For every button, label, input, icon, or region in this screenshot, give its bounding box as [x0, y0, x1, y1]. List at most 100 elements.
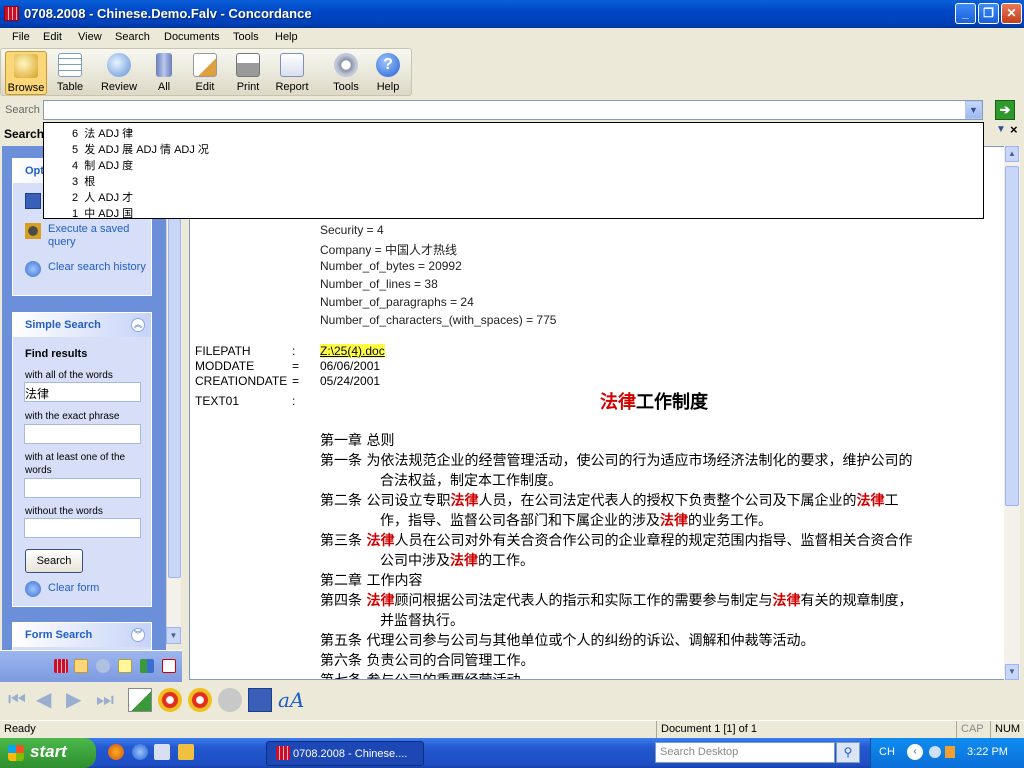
search-hit: 法律: [660, 513, 688, 529]
cloud-icon[interactable]: [218, 688, 242, 712]
status-caps: CAP: [956, 721, 990, 739]
execute-saved-query-link[interactable]: Execute a saved query: [48, 223, 148, 249]
filepath-link[interactable]: Z:\25(4).doc: [320, 344, 385, 358]
link-icon[interactable]: [96, 659, 110, 673]
all-button[interactable]: All: [143, 51, 185, 95]
review-button[interactable]: Review: [97, 51, 141, 95]
history-item[interactable]: 3 根: [72, 173, 95, 189]
history-item[interactable]: 6 法 ADJ 律: [72, 125, 133, 141]
search-button[interactable]: Search: [25, 549, 83, 573]
menu-edit[interactable]: Edit: [43, 31, 62, 43]
left-panel-scrollbar[interactable]: [166, 146, 181, 644]
status-ready: Ready: [4, 723, 36, 735]
goto-record-icon[interactable]: [128, 688, 152, 712]
scroll-down-arrow-icon[interactable]: ▼: [1005, 664, 1019, 680]
scroll-down-arrow-icon[interactable]: ▼: [166, 627, 181, 644]
desktop-search-input[interactable]: Search Desktop: [655, 742, 835, 763]
tools-button[interactable]: Tools: [325, 51, 367, 95]
tray-expand-icon[interactable]: ‹: [907, 744, 923, 760]
notes-icon[interactable]: [118, 659, 132, 673]
at-least-one-input[interactable]: [24, 478, 141, 498]
report-button[interactable]: Report: [269, 51, 315, 95]
history-item[interactable]: 1 中 ADJ 国: [72, 205, 133, 221]
body-line: 第三条 法律人员在公司对外有关合资合作公司的企业章程的规定范围内指导、监督相关合…: [320, 533, 913, 549]
search-dropdown-button[interactable]: ▼: [965, 101, 982, 119]
expand-chevron-icon[interactable]: ︾: [131, 628, 145, 642]
next-hit-icon[interactable]: [188, 688, 212, 712]
panel-icon-strip: [0, 650, 182, 682]
internet-explorer-icon[interactable]: [132, 744, 148, 760]
search-hit: 法律: [366, 593, 395, 609]
form-search-box: Form Search ︾: [12, 622, 152, 650]
history-item[interactable]: 5 发 ADJ 展 ADJ 情 ADJ 况: [72, 141, 209, 157]
windows-logo-icon: [8, 745, 24, 761]
without-words-label: without the words: [25, 506, 103, 517]
notepad-icon[interactable]: [154, 744, 170, 760]
pane-close-icon[interactable]: ×: [1010, 122, 1018, 137]
browse-mode-icon[interactable]: [74, 659, 88, 673]
search-go-button[interactable]: ➔: [995, 100, 1015, 120]
previous-record-icon[interactable]: ◀: [36, 688, 60, 712]
folder-icon[interactable]: [178, 744, 194, 760]
next-record-icon[interactable]: ▶: [66, 688, 90, 712]
language-indicator[interactable]: CH: [879, 746, 895, 758]
all-words-input[interactable]: 法律: [24, 382, 141, 402]
body-line: 公司中涉及法律的工作。: [380, 553, 534, 569]
collapse-chevron-icon[interactable]: ︽: [131, 318, 145, 332]
menu-documents[interactable]: Documents: [164, 31, 220, 43]
body-line: 第七条 参与公司的重要经营活动: [320, 671, 520, 679]
minimize-button[interactable]: _: [955, 3, 976, 24]
without-words-input[interactable]: [24, 518, 141, 538]
help-button[interactable]: ? Help: [367, 51, 409, 95]
scroll-thumb[interactable]: [1005, 166, 1019, 506]
previous-hit-icon[interactable]: [158, 688, 182, 712]
last-record-icon[interactable]: ⏭: [96, 688, 120, 712]
records-icon[interactable]: [54, 659, 68, 673]
body-line: 第一章 总则: [320, 433, 395, 449]
edit-button[interactable]: Edit: [184, 51, 226, 95]
field-name: CREATIONDATE: [195, 374, 288, 388]
firefox-icon[interactable]: [108, 744, 124, 760]
first-record-icon[interactable]: ⏮: [8, 688, 32, 712]
clear-form-link[interactable]: Clear form: [48, 582, 99, 595]
status-document: Document 1 [1] of 1: [656, 721, 956, 739]
history-item[interactable]: 4 制 ADJ 度: [72, 157, 133, 173]
body-line: 第二条 公司设立专职法律人员，在公司法定代表人的授权下负责整个公司及下属企业的法…: [320, 493, 899, 509]
desktop-search-icon[interactable]: ⚲: [836, 742, 860, 763]
font-icon[interactable]: aA: [278, 688, 304, 712]
search-hit: 法律: [772, 593, 801, 609]
pane-menu-icon[interactable]: ▼: [996, 124, 1006, 135]
table-button[interactable]: Table: [49, 51, 91, 95]
menu-view[interactable]: View: [78, 31, 102, 43]
meta-line: Number_of_characters_(with_spaces) = 775: [320, 313, 557, 327]
field-sep: =: [292, 374, 300, 388]
menu-file[interactable]: File: [12, 31, 30, 43]
body-line: 作，指导、监督公司各部门和下属企业的涉及法律的业务工作。: [380, 513, 772, 529]
field-value: 05/24/2001: [320, 374, 381, 388]
history-item[interactable]: 2 人 ADJ 才: [72, 189, 133, 205]
security-icon[interactable]: [945, 746, 955, 758]
search-input[interactable]: [43, 100, 983, 120]
document-scrollbar[interactable]: ▲ ▼: [1004, 146, 1020, 680]
save-icon[interactable]: [248, 688, 272, 712]
network-icon[interactable]: [929, 746, 941, 758]
menu-search[interactable]: Search: [115, 31, 150, 43]
search-hit: 法律: [856, 493, 885, 509]
exact-phrase-input[interactable]: [24, 424, 141, 444]
app-icon: [4, 6, 19, 21]
scroll-up-arrow-icon[interactable]: ▲: [1005, 146, 1019, 162]
browse-button[interactable]: Browse: [5, 51, 47, 95]
tags-icon[interactable]: [140, 659, 154, 673]
title-text: 工作制度: [636, 392, 708, 413]
print-button[interactable]: Print: [227, 51, 269, 95]
close-button[interactable]: ✕: [1001, 3, 1022, 24]
navigation-bar: ⏮ ◀ ▶ ⏭ aA: [0, 684, 1024, 718]
clear-search-history-link[interactable]: Clear search history: [48, 261, 148, 274]
images-icon[interactable]: [162, 659, 176, 673]
clear-history-icon: [25, 261, 41, 277]
all-words-label: with all of the words: [25, 370, 113, 381]
menu-bar: File Edit View Search Documents Tools He…: [0, 28, 1024, 48]
menu-help[interactable]: Help: [275, 31, 298, 43]
restore-button[interactable]: ❐: [978, 3, 999, 24]
menu-tools[interactable]: Tools: [233, 31, 259, 43]
